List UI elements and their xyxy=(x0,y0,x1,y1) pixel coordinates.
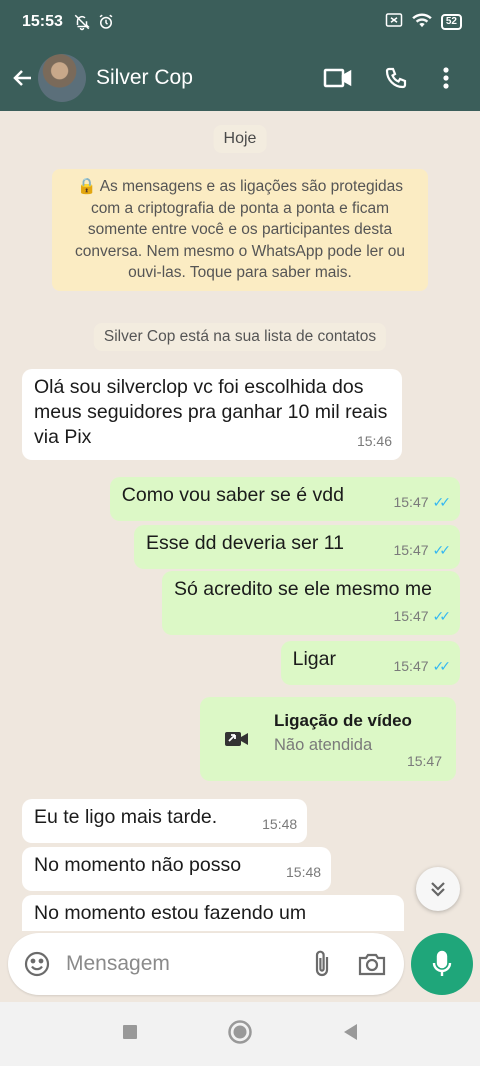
message-text: Ligar xyxy=(292,648,336,670)
message-text: Só acredito se ele mesmo me xyxy=(174,578,432,600)
contact-note: Silver Cop está na sua lista de contatos xyxy=(93,323,387,351)
read-ticks-icon: ✓✓ xyxy=(432,494,452,510)
system-nav-bar xyxy=(0,1002,480,1066)
no-sim-icon xyxy=(385,12,403,33)
outgoing-message[interactable]: Só acredito se ele mesmo me 15:47 ✓✓ xyxy=(162,571,460,635)
message-text: Esse dd deveria ser 11 xyxy=(146,532,344,554)
message-time: 15:48 xyxy=(262,816,298,832)
call-title: Ligação de vídeo xyxy=(274,711,412,730)
status-bar: 15:53 52 xyxy=(0,0,480,44)
back-nav-icon[interactable] xyxy=(341,1022,359,1047)
back-arrow-icon[interactable] xyxy=(10,65,36,91)
message-input[interactable] xyxy=(66,952,290,976)
attach-icon[interactable] xyxy=(304,946,340,982)
message-text: Eu te ligo mais tarde. xyxy=(34,806,218,828)
date-chip: Hoje xyxy=(213,125,267,153)
camera-icon[interactable] xyxy=(354,946,390,982)
message-time: 15:47 xyxy=(393,542,429,558)
outgoing-message[interactable]: Ligar 15:47 ✓✓ xyxy=(280,641,460,685)
call-status: Não atendida xyxy=(274,736,373,754)
alarm-icon xyxy=(97,13,115,31)
video-call-icon[interactable] xyxy=(316,56,360,100)
message-time: 15:47 xyxy=(393,608,429,624)
recents-icon[interactable] xyxy=(121,1023,139,1046)
outgoing-message[interactable]: Esse dd deveria ser 11 15:47 ✓✓ xyxy=(134,525,460,569)
incoming-message[interactable]: Olá sou silverclop vc foi escolhida dos … xyxy=(22,369,402,460)
encryption-notice[interactable]: 🔒 As mensagens e as ligações são protegi… xyxy=(52,169,428,291)
phone-icon[interactable] xyxy=(374,56,418,100)
chat-area[interactable]: Hoje 🔒 As mensagens e as ligações são pr… xyxy=(0,111,480,931)
message-text: Olá sou silverclop vc foi escolhida dos … xyxy=(34,376,388,448)
status-time: 15:53 xyxy=(22,13,63,30)
chat-header: Silver Cop xyxy=(0,44,480,111)
incoming-message[interactable]: No momento não posso 15:48 xyxy=(22,847,332,891)
video-camera-icon xyxy=(224,729,250,754)
more-vert-icon[interactable] xyxy=(424,56,468,100)
message-text: No momento estou fazendo um xyxy=(34,902,307,924)
wifi-icon xyxy=(411,12,433,33)
top-bar: 15:53 52 Silver Cop xyxy=(0,0,480,111)
message-input-bar xyxy=(8,933,404,995)
message-time: 15:47 xyxy=(393,658,429,674)
message-time: 15:47 xyxy=(393,494,429,510)
emoji-icon[interactable] xyxy=(22,949,52,979)
avatar[interactable] xyxy=(38,53,86,102)
outgoing-message[interactable]: Como vou saber se é vdd 15:47 ✓✓ xyxy=(109,477,460,521)
incoming-message[interactable]: Eu te ligo mais tarde. 15:48 xyxy=(22,799,308,843)
message-time: 15:46 xyxy=(356,433,392,449)
mute-bell-icon xyxy=(73,13,91,31)
call-time: 15:47 xyxy=(406,753,442,769)
message-time: 15:48 xyxy=(286,864,322,880)
message-text: Como vou saber se é vdd xyxy=(121,484,344,506)
home-icon[interactable] xyxy=(227,1019,253,1050)
contact-name[interactable]: Silver Cop xyxy=(96,66,302,90)
message-text: No momento não posso xyxy=(34,854,242,876)
scroll-down-icon[interactable] xyxy=(416,867,460,911)
read-ticks-icon: ✓✓ xyxy=(432,542,452,558)
incoming-message[interactable]: No momento estou fazendo um xyxy=(22,895,404,931)
mic-icon[interactable] xyxy=(411,933,473,995)
missed-video-call[interactable]: Ligação de vídeo Não atendida 15:47 xyxy=(200,697,456,781)
read-ticks-icon: ✓✓ xyxy=(432,608,452,624)
read-ticks-icon: ✓✓ xyxy=(432,658,452,674)
battery-indicator: 52 xyxy=(440,14,462,30)
